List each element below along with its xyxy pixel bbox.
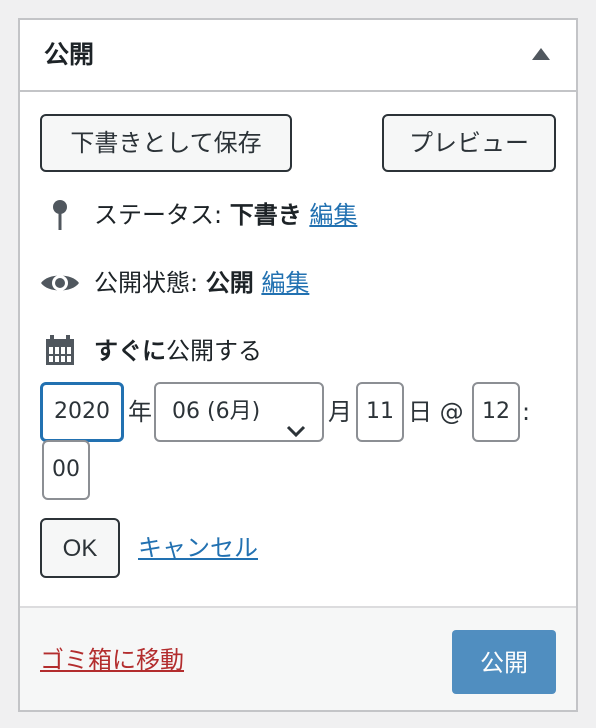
- panel-footer: ゴミ箱に移動 公開: [20, 606, 576, 710]
- pin-icon: [40, 198, 80, 232]
- day-input[interactable]: 11: [356, 382, 404, 442]
- status-label: ステータス:: [94, 201, 223, 229]
- visibility-label: 公開状態:: [94, 269, 199, 297]
- visibility-row: 公開状態: 公開 編集: [40, 266, 309, 300]
- month-selected-value: 06 (6月): [172, 399, 261, 424]
- move-to-trash-link[interactable]: ゴミ箱に移動: [40, 644, 184, 676]
- year-input[interactable]: 2020: [40, 382, 124, 442]
- day-suffix: 日 @: [408, 398, 464, 426]
- eye-icon: [40, 266, 80, 300]
- status-row: ステータス: 下書き 編集: [40, 198, 357, 232]
- month-suffix: 月: [328, 398, 352, 426]
- cancel-link[interactable]: キャンセル: [138, 532, 258, 564]
- month-select[interactable]: 06 (6月): [154, 382, 324, 442]
- schedule-label: 公開する: [166, 337, 262, 365]
- panel-title: 公開: [44, 40, 95, 69]
- schedule-row: すぐに 公開する: [40, 334, 262, 368]
- preview-button[interactable]: プレビュー: [382, 114, 556, 172]
- panel-header: 公開: [20, 20, 576, 92]
- minute-input[interactable]: 00: [42, 440, 90, 500]
- time-colon: :: [522, 398, 531, 426]
- collapse-toggle-icon[interactable]: [532, 48, 550, 60]
- publish-button[interactable]: 公開: [452, 630, 556, 694]
- save-draft-button[interactable]: 下書きとして保存: [40, 114, 292, 172]
- ok-button[interactable]: OK: [40, 518, 120, 578]
- schedule-emphasis: すぐに: [94, 337, 166, 365]
- chevron-down-icon: [286, 404, 306, 460]
- publish-panel: 公開 下書きとして保存 プレビュー ステータス: 下書き 編集 公開状態: 公開…: [18, 18, 578, 712]
- hour-input[interactable]: 12: [472, 382, 520, 442]
- status-edit-link[interactable]: 編集: [309, 198, 357, 232]
- visibility-edit-link[interactable]: 編集: [261, 266, 309, 300]
- calendar-icon: [40, 334, 80, 368]
- year-suffix: 年: [128, 398, 152, 426]
- status-value: 下書き: [229, 201, 302, 229]
- visibility-value: 公開: [205, 269, 254, 297]
